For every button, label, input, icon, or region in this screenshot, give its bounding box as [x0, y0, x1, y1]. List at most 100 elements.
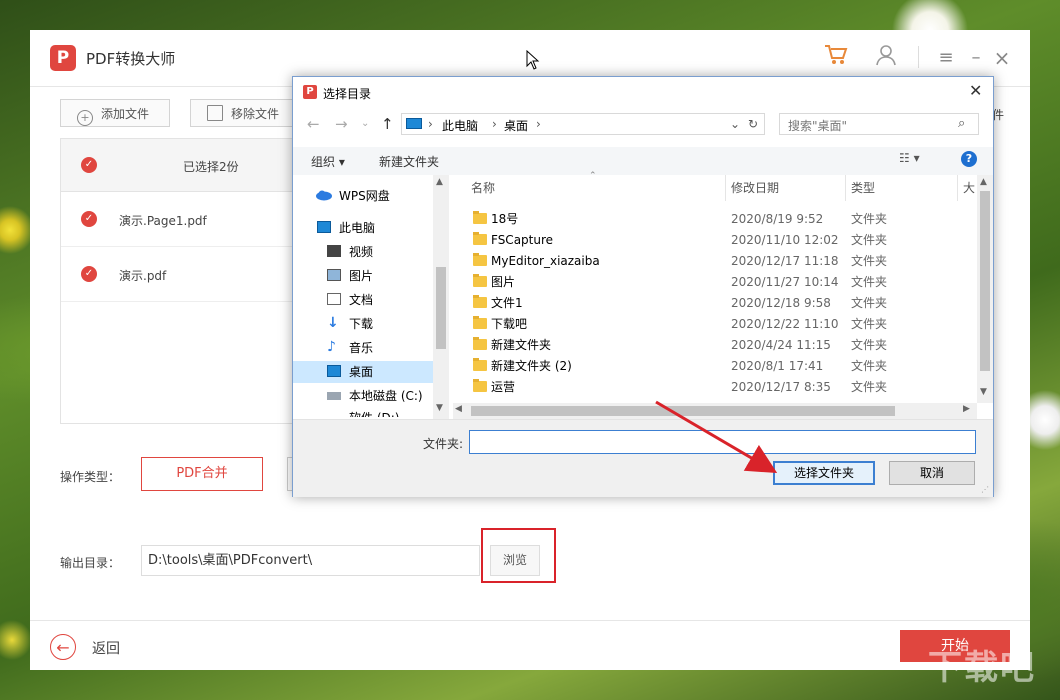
- sidebar-item-drive-d[interactable]: 软件 (D:): [303, 407, 443, 417]
- select-all-checkbox[interactable]: ✓: [81, 157, 97, 173]
- highlight-box: [481, 528, 556, 583]
- scroll-down-icon[interactable]: ▼: [980, 387, 987, 397]
- column-divider[interactable]: [725, 175, 726, 201]
- remove-file-button[interactable]: 移除文件: [190, 99, 300, 127]
- column-type[interactable]: 类型: [851, 175, 875, 201]
- sidebar-item-music[interactable]: ♪ 音乐: [303, 337, 443, 359]
- folder-icon: [473, 337, 487, 350]
- folder-row[interactable]: 下载吧 2020/12/22 11:10 文件夹: [465, 314, 980, 335]
- cancel-button[interactable]: 取消: [889, 461, 975, 485]
- file-row[interactable]: ✓ 演示.Page1.pdf: [61, 192, 320, 247]
- sidebar-item-wps[interactable]: WPS网盘: [293, 185, 433, 207]
- folder-row[interactable]: MyEditor_xiazaiba 2020/12/17 11:18 文件夹: [465, 251, 980, 272]
- folder-date: 2020/11/10 12:02: [731, 233, 839, 247]
- folder-type: 文件夹: [851, 338, 888, 352]
- user-icon[interactable]: [872, 44, 900, 72]
- scroll-up-icon[interactable]: ▲: [436, 177, 443, 187]
- sidebar-scrollbar[interactable]: ▲ ▼: [433, 175, 449, 419]
- folder-name: 下载吧: [491, 317, 528, 331]
- folder-name: 运营: [491, 380, 516, 394]
- add-file-button[interactable]: + 添加文件: [60, 99, 170, 127]
- column-date[interactable]: 修改日期: [731, 175, 779, 201]
- sidebar-item-video[interactable]: 视频: [303, 241, 443, 263]
- sidebar-scroll-thumb[interactable]: [436, 267, 446, 349]
- breadcrumb-this-pc[interactable]: 此电脑: [442, 117, 478, 134]
- folder-date: 2020/11/27 10:14: [731, 275, 839, 289]
- cart-icon[interactable]: [822, 44, 850, 72]
- folder-row[interactable]: 新建文件夹 2020/4/24 11:15 文件夹: [465, 335, 980, 356]
- file-name: 演示.pdf: [119, 269, 167, 283]
- folder-row[interactable]: 新建文件夹 (2) 2020/8/1 17:41 文件夹: [465, 356, 980, 377]
- minimize-icon[interactable]: –: [962, 44, 990, 72]
- search-icon[interactable]: ⌕: [958, 116, 965, 131]
- help-icon[interactable]: ?: [961, 151, 977, 167]
- selected-count: 已选择2份: [183, 160, 239, 174]
- column-divider[interactable]: [845, 175, 846, 201]
- address-dropdown-icon[interactable]: ⌄: [730, 117, 740, 131]
- hscroll-thumb[interactable]: [471, 406, 895, 416]
- folder-icon: [473, 379, 487, 392]
- close-icon[interactable]: ×: [988, 44, 1016, 72]
- column-size[interactable]: 大: [963, 175, 977, 201]
- breadcrumb-desktop[interactable]: 桌面: [504, 117, 528, 134]
- sidebar-item-desktop[interactable]: 桌面: [293, 361, 433, 383]
- folder-row[interactable]: FSCapture 2020/11/10 12:02 文件夹: [465, 230, 980, 251]
- pdf-merge-button[interactable]: PDF合并: [141, 457, 263, 491]
- scroll-down-icon[interactable]: ▼: [436, 403, 443, 413]
- file-checkbox[interactable]: ✓: [81, 211, 97, 227]
- sidebar-item-this-pc[interactable]: 此电脑: [293, 217, 433, 239]
- address-bar[interactable]: › 此电脑 › 桌面 › ⌄ ↻: [401, 113, 765, 135]
- scroll-left-icon[interactable]: ◀: [455, 404, 462, 414]
- refresh-icon[interactable]: ↻: [748, 117, 758, 131]
- folder-icon: [473, 295, 487, 308]
- sidebar-item-pictures[interactable]: 图片: [303, 265, 443, 287]
- sidebar-item-label: 音乐: [349, 341, 374, 355]
- plus-icon: +: [77, 110, 93, 126]
- up-nav-icon[interactable]: ↑: [381, 113, 394, 135]
- folder-row[interactable]: 图片 2020/11/27 10:14 文件夹: [465, 272, 980, 293]
- back-arrow-icon[interactable]: ←: [50, 634, 76, 660]
- folder-name: MyEditor_xiazaiba: [491, 254, 600, 268]
- file-list-scrollbar[interactable]: ▲ ▼: [977, 175, 993, 403]
- folder-icon: [473, 232, 487, 245]
- recent-dropdown-icon[interactable]: ⌄: [361, 113, 369, 135]
- sidebar-item-documents[interactable]: 文档: [303, 289, 443, 311]
- search-box[interactable]: 搜索"桌面" ⌕: [779, 113, 979, 135]
- select-folder-button[interactable]: 选择文件夹: [773, 461, 875, 485]
- back-nav-icon[interactable]: ←: [307, 113, 320, 135]
- file-list: ✓ 已选择2份 ✓ 演示.Page1.pdf ✓ 演示.pdf: [60, 138, 320, 424]
- column-name[interactable]: 名称: [471, 175, 495, 201]
- folder-row[interactable]: 18号 2020/8/19 9:52 文件夹: [465, 209, 980, 230]
- view-options-icon[interactable]: ☷ ▾: [899, 151, 920, 165]
- sidebar-item-label: 此电脑: [339, 221, 376, 235]
- dialog-close-icon[interactable]: ✕: [969, 81, 982, 100]
- column-divider[interactable]: [957, 175, 958, 201]
- sidebar-item-downloads[interactable]: ↓ 下载: [303, 313, 443, 335]
- add-file-label: 添加文件: [101, 107, 150, 121]
- scroll-up-icon[interactable]: ▲: [980, 177, 987, 187]
- folder-name-input[interactable]: [469, 430, 976, 454]
- file-checkbox[interactable]: ✓: [81, 266, 97, 282]
- folder-type: 文件夹: [851, 317, 888, 331]
- resize-grip-icon[interactable]: ⋰: [981, 485, 989, 494]
- back-button[interactable]: 返回: [92, 638, 120, 658]
- computer-icon: [317, 221, 331, 233]
- menu-icon[interactable]: ≡: [932, 44, 960, 72]
- file-scroll-thumb[interactable]: [980, 191, 990, 371]
- scroll-right-icon[interactable]: ▶: [963, 404, 970, 414]
- forward-nav-icon[interactable]: →: [335, 113, 348, 135]
- new-folder-button[interactable]: 新建文件夹: [379, 153, 439, 170]
- organize-menu[interactable]: 组织 ▾: [311, 153, 345, 170]
- file-row[interactable]: ✓ 演示.pdf: [61, 247, 320, 302]
- music-icon: ♪: [327, 339, 336, 355]
- sidebar-item-drive-c[interactable]: 本地磁盘 (C:): [303, 385, 443, 407]
- horizontal-scrollbar[interactable]: ◀ ▶: [453, 403, 977, 419]
- computer-icon: [406, 118, 422, 129]
- output-path-field[interactable]: D:\tools\桌面\PDFconvert\: [141, 545, 480, 576]
- trash-icon: [207, 105, 223, 121]
- folder-name: 图片: [491, 275, 516, 289]
- folder-row[interactable]: 运营 2020/12/17 8:35 文件夹: [465, 377, 980, 398]
- folder-row[interactable]: 文件1 2020/12/18 9:58 文件夹: [465, 293, 980, 314]
- folder-type: 文件夹: [851, 212, 888, 226]
- sidebar-item-label: 下载: [349, 317, 374, 331]
